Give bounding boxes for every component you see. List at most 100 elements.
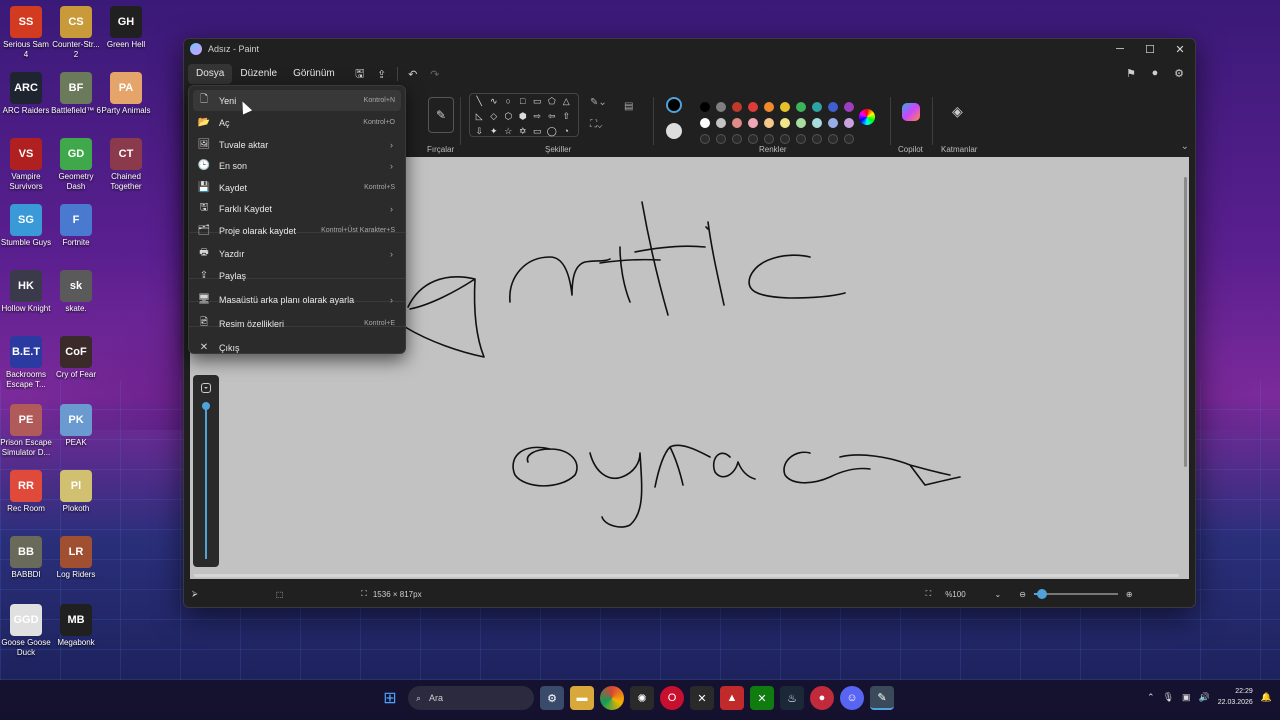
zoom-slider-knob[interactable] xyxy=(1037,589,1048,599)
desktop-icon[interactable]: sk skate. xyxy=(50,266,102,330)
microphone-icon[interactable]: 🎙 xyxy=(1163,692,1174,703)
redo-icon[interactable]: ↷ xyxy=(424,64,446,84)
desktop-icon[interactable]: LR Log Riders xyxy=(50,532,102,596)
file-menu-item[interactable]: 🖥 Masaüstü arka planı olarak ayarla › xyxy=(193,289,401,310)
clock[interactable]: 22:29 22.03.2026 xyxy=(1218,686,1253,708)
menu-file[interactable]: Dosya xyxy=(188,64,233,84)
title-bar[interactable]: Adsız - Paint ─ ☐ ✕ xyxy=(184,39,1195,59)
file-menu-item[interactable]: 💾 Kaydet Kontrol+S xyxy=(193,177,401,198)
file-menu-item[interactable]: 🕒 En son › xyxy=(193,155,401,176)
file-menu-item[interactable]: 📂 Aç Kontrol+O xyxy=(193,112,401,133)
color-swatch[interactable] xyxy=(748,118,758,128)
zoom-out-icon[interactable]: ⊖ xyxy=(1019,590,1026,599)
fit-to-window-icon[interactable]: ⛶ xyxy=(926,589,932,599)
vertical-scrollbar[interactable] xyxy=(1184,177,1187,467)
secondary-color-swatch[interactable] xyxy=(666,123,682,139)
desktop-icon[interactable]: CoF Cry of Fear xyxy=(50,332,102,396)
color-swatch[interactable] xyxy=(716,102,726,112)
chatgpt-icon[interactable]: ✺ xyxy=(630,686,654,710)
feedback-icon[interactable]: ⚑ xyxy=(1121,63,1141,83)
desktop-icon[interactable]: SS Serious Sam 4 xyxy=(0,2,52,66)
xbox-icon[interactable]: ✕ xyxy=(690,686,714,710)
shape-tool-icon[interactable]: ◺ xyxy=(472,109,487,124)
color-swatch[interactable] xyxy=(780,118,790,128)
color-swatch[interactable] xyxy=(796,102,806,112)
color-swatch[interactable] xyxy=(732,134,742,144)
color-swatch[interactable] xyxy=(764,102,774,112)
shape-tool-icon[interactable]: ✦ xyxy=(487,124,502,139)
desktop-icon[interactable]: GGD Goose Goose Duck xyxy=(0,600,52,664)
copilot-icon[interactable] xyxy=(902,103,920,121)
share-icon[interactable]: ⇪ xyxy=(371,64,393,84)
color-swatch[interactable] xyxy=(748,134,758,144)
file-menu-item[interactable]: ✕ Çıkış xyxy=(193,337,401,358)
shape-tool-icon[interactable]: ◔ xyxy=(559,124,574,139)
file-menu-item[interactable]: ⇪ Paylaş xyxy=(193,265,401,286)
edit-colors-icon[interactable] xyxy=(859,109,875,125)
desktop-icon[interactable]: F Fortnite xyxy=(50,200,102,264)
zoom-select[interactable]: %100 ⌄ xyxy=(945,590,1001,599)
desktop-icon[interactable]: BB BABBDI xyxy=(0,532,52,596)
color-swatch[interactable] xyxy=(796,118,806,128)
file-explorer-icon[interactable]: ▬ xyxy=(570,686,594,710)
fill-icon[interactable]: ⛶⌄ xyxy=(590,119,602,130)
shape-tool-icon[interactable]: ∿ xyxy=(487,94,502,109)
color-swatch[interactable] xyxy=(828,134,838,144)
desktop-icon[interactable]: PA Party Animals xyxy=(100,68,152,132)
shape-tool-icon[interactable]: ⬠ xyxy=(545,94,560,109)
start-button[interactable]: ⊞ xyxy=(378,686,402,710)
undo-icon[interactable]: ↶ xyxy=(402,64,424,84)
desktop-icon[interactable]: BF Battlefield™ 6 xyxy=(50,68,102,132)
color-swatch[interactable] xyxy=(780,102,790,112)
shape-tool-icon[interactable]: ▭ xyxy=(530,124,545,139)
desktop-icon[interactable]: SG Stumble Guys xyxy=(0,200,52,264)
settings-gear-icon[interactable]: ⚙ xyxy=(1169,63,1189,83)
color-swatch[interactable] xyxy=(700,134,710,144)
shape-tool-icon[interactable]: ○ xyxy=(501,94,516,109)
notification-icon[interactable]: 🔔 xyxy=(1261,692,1272,703)
color-swatch[interactable] xyxy=(748,102,758,112)
volume-icon[interactable]: 🔊 xyxy=(1199,692,1210,703)
desktop-icon[interactable]: ARC ARC Raiders xyxy=(0,68,52,132)
search-box[interactable]: ⌕ Ara xyxy=(408,686,534,710)
zoom-slider[interactable] xyxy=(1033,589,1118,599)
color-swatch[interactable] xyxy=(812,118,822,128)
shape-tool-icon[interactable]: ◯ xyxy=(545,124,560,139)
desktop-icon[interactable]: MB Megabonk xyxy=(50,600,102,664)
shape-tool-icon[interactable]: ✡ xyxy=(516,124,531,139)
desktop-icon[interactable]: B.E.T Backrooms Escape T... xyxy=(0,332,52,396)
desktop-icon[interactable]: HK Hollow Knight xyxy=(0,266,52,330)
chrome-icon[interactable] xyxy=(600,686,624,710)
paint-taskbar-icon[interactable]: ✎ xyxy=(870,686,894,710)
menu-view[interactable]: Görünüm xyxy=(285,64,343,84)
color-swatch[interactable] xyxy=(764,118,774,128)
color-swatch[interactable] xyxy=(812,134,822,144)
shape-tool-icon[interactable]: ⬡ xyxy=(501,109,516,124)
color-swatch[interactable] xyxy=(732,118,742,128)
desktop-icon[interactable]: VS Vampire Survivors xyxy=(0,134,52,198)
settings-app-icon[interactable]: ⚙ xyxy=(540,686,564,710)
maximize-button[interactable]: ☐ xyxy=(1135,39,1165,59)
color-swatch[interactable] xyxy=(844,134,854,144)
brush-size-slider[interactable]: ◒ xyxy=(193,375,219,567)
color-swatch[interactable] xyxy=(700,118,710,128)
shape-tool-icon[interactable]: ▭ xyxy=(530,94,545,109)
file-menu-item[interactable]: 🗋 Yeni Kontrol+N xyxy=(193,90,401,111)
color-swatch[interactable] xyxy=(828,102,838,112)
color-swatch[interactable] xyxy=(844,102,854,112)
color-swatch[interactable] xyxy=(780,134,790,144)
color-swatch[interactable] xyxy=(828,118,838,128)
shape-tool-icon[interactable]: □ xyxy=(516,94,531,109)
color-swatch[interactable] xyxy=(844,118,854,128)
shape-tool-icon[interactable]: ⇨ xyxy=(530,109,545,124)
horizontal-scrollbar[interactable] xyxy=(194,574,1179,577)
file-menu-item[interactable]: 🗂 Proje olarak kaydet Kontrol+Üst Karakter… xyxy=(193,220,401,241)
media-app-icon[interactable]: ● xyxy=(810,686,834,710)
game-launcher-icon[interactable]: ▲ xyxy=(720,686,744,710)
steam-icon[interactable]: ♨ xyxy=(780,686,804,710)
desktop-icon[interactable]: CS Counter-Str... 2 xyxy=(50,2,102,66)
shape-tool-icon[interactable]: ◇ xyxy=(487,109,502,124)
file-menu-item[interactable]: 🖻 Resim özellikleri Kontrol+E xyxy=(193,313,401,334)
shape-options-icon[interactable]: ▤ xyxy=(624,101,633,112)
minimize-button[interactable]: ─ xyxy=(1105,39,1135,59)
